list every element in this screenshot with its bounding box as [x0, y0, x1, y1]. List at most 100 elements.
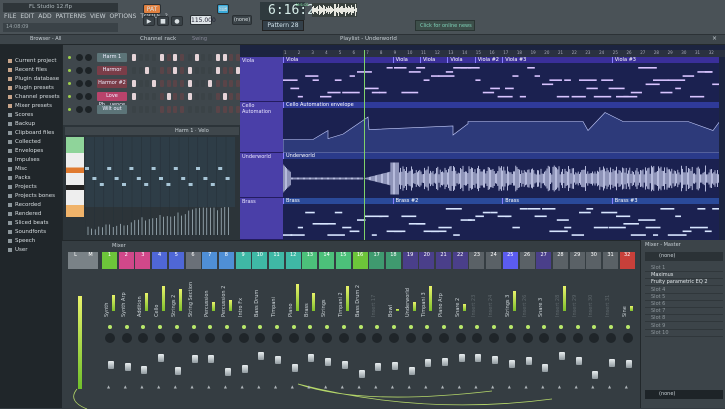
mixer-insert[interactable]: 17 Insert 17 ▲ — [369, 252, 385, 409]
channel-led[interactable] — [68, 69, 71, 72]
channel-row[interactable]: Harm 1 — [68, 53, 240, 63]
mixer-insert[interactable]: 13 Brass ▲ — [302, 252, 318, 409]
pan-knob[interactable] — [305, 333, 316, 343]
pan-knob[interactable] — [272, 333, 282, 343]
mixer-insert[interactable]: 10 Bass Drum ▲ — [252, 252, 268, 409]
step-button[interactable] — [229, 93, 233, 100]
browser-item[interactable]: Soundfonts — [8, 228, 46, 236]
bar-number[interactable]: 12 — [435, 50, 440, 55]
pan-knob[interactable] — [405, 333, 416, 343]
pan-knob[interactable] — [188, 333, 199, 343]
channel-row[interactable]: Wilt out — [68, 105, 240, 115]
route-arrow[interactable]: ▲ — [391, 384, 394, 389]
mixer-insert[interactable]: 8 Percussion 2 ▲ — [218, 252, 235, 409]
insert-header[interactable]: 30 — [586, 252, 602, 269]
bar-number[interactable]: 11 — [421, 50, 426, 55]
pan-knob[interactable] — [439, 333, 449, 343]
step-button[interactable] — [222, 54, 227, 61]
step-button[interactable] — [145, 93, 149, 100]
route-arrow[interactable]: ▲ — [474, 384, 477, 389]
mixer-insert[interactable]: 11 Timpani ▲ — [269, 252, 285, 409]
play-button[interactable]: ▶ — [143, 16, 155, 26]
step-button[interactable] — [207, 54, 212, 61]
pan-knob[interactable] — [85, 106, 92, 113]
mute-led[interactable] — [492, 325, 497, 329]
insert-header[interactable]: 29 — [569, 252, 585, 269]
pan-knob[interactable] — [155, 333, 166, 343]
browser-item[interactable]: Collected — [8, 138, 41, 146]
step-button[interactable] — [229, 80, 233, 87]
volume-fader[interactable] — [158, 353, 165, 362]
step-button[interactable] — [179, 93, 184, 100]
route-arrow[interactable]: ▲ — [324, 384, 327, 389]
pan-knob[interactable] — [238, 333, 249, 343]
browser-item[interactable]: Plugin presets — [8, 84, 54, 92]
menu-edit[interactable]: EDIT — [20, 13, 34, 20]
step-button[interactable] — [229, 67, 233, 74]
browser-item[interactable]: Projects bones — [8, 192, 55, 200]
route-arrow[interactable]: ▲ — [241, 384, 244, 389]
insert-header[interactable]: 3 — [135, 252, 151, 269]
mixer-insert[interactable]: 7 Percussion ▲ — [202, 252, 218, 409]
volume-knob[interactable] — [76, 93, 83, 100]
pan-knob[interactable] — [555, 333, 566, 343]
volume-fader[interactable] — [575, 356, 582, 365]
mixer-insert[interactable]: 5 Strings 2 ▲ — [168, 252, 185, 409]
pan-knob[interactable] — [505, 333, 516, 343]
insert-header[interactable]: 12 — [285, 252, 301, 269]
step-button[interactable] — [216, 93, 220, 100]
channel-row[interactable]: Harmor — [68, 66, 240, 76]
step-button[interactable] — [188, 67, 192, 74]
step-button[interactable] — [173, 67, 177, 74]
volume-fader[interactable] — [542, 363, 549, 372]
step-button[interactable] — [132, 93, 136, 100]
mute-led[interactable] — [291, 325, 296, 329]
browser-item[interactable]: Clipboard files — [8, 129, 54, 137]
bar-number[interactable]: 8 — [380, 50, 383, 55]
bar-number[interactable]: 20 — [544, 50, 549, 55]
bar-number[interactable]: 15 — [476, 50, 481, 55]
mixer-insert[interactable]: 16 Bass Drum 2 ▲ — [352, 252, 369, 409]
pan-knob[interactable] — [589, 333, 600, 343]
track-lane[interactable]: Cello Automation envelope — [283, 102, 719, 153]
mixer-insert[interactable]: 6 String Section ▲ — [185, 252, 202, 409]
mute-led[interactable] — [325, 325, 330, 329]
volume-fader[interactable] — [492, 355, 499, 364]
browser-item[interactable]: Scores — [8, 111, 33, 119]
menu-options[interactable]: OPTIONS — [110, 13, 137, 20]
mute-led[interactable] — [208, 325, 213, 329]
step-button[interactable] — [194, 54, 199, 61]
online-news-button[interactable]: Click for online news — [415, 20, 475, 31]
mixer-insert[interactable]: 26 Insert 26 ▲ — [519, 252, 536, 409]
bar-number[interactable]: 14 — [462, 50, 467, 55]
bar-number[interactable]: 3 — [311, 50, 314, 55]
step-button[interactable] — [151, 106, 156, 113]
step-button[interactable] — [201, 93, 205, 100]
step-button[interactable] — [151, 93, 156, 100]
insert-header[interactable]: 11 — [269, 252, 284, 269]
step-button[interactable] — [235, 67, 240, 74]
step-button[interactable] — [160, 67, 164, 74]
mute-led[interactable] — [609, 325, 613, 329]
volume-fader[interactable] — [375, 363, 382, 372]
mute-led[interactable] — [191, 325, 196, 329]
step-button[interactable] — [173, 80, 177, 87]
step-button[interactable] — [166, 93, 171, 100]
mixer-insert[interactable]: 31 Insert 31 ▲ — [603, 252, 619, 409]
step-button[interactable] — [188, 54, 192, 61]
volume-fader[interactable] — [108, 361, 114, 370]
step-button[interactable] — [132, 80, 136, 87]
route-arrow[interactable]: ▲ — [174, 384, 177, 389]
step-button[interactable] — [160, 80, 164, 87]
piano-keys[interactable] — [66, 137, 84, 217]
mixer-insert[interactable]: 19 Underworld ▲ — [402, 252, 419, 409]
volume-fader[interactable] — [341, 360, 348, 369]
route-arrow[interactable]: ▲ — [541, 384, 544, 389]
volume-fader[interactable] — [625, 360, 632, 369]
volume-fader[interactable] — [325, 358, 332, 367]
volume-knob[interactable] — [76, 80, 83, 87]
mixer-insert[interactable]: 4 Cello ▲ — [152, 252, 168, 409]
bar-number[interactable]: 32 — [709, 50, 714, 55]
route-arrow[interactable]: ▲ — [491, 384, 494, 389]
step-button[interactable] — [138, 93, 143, 100]
